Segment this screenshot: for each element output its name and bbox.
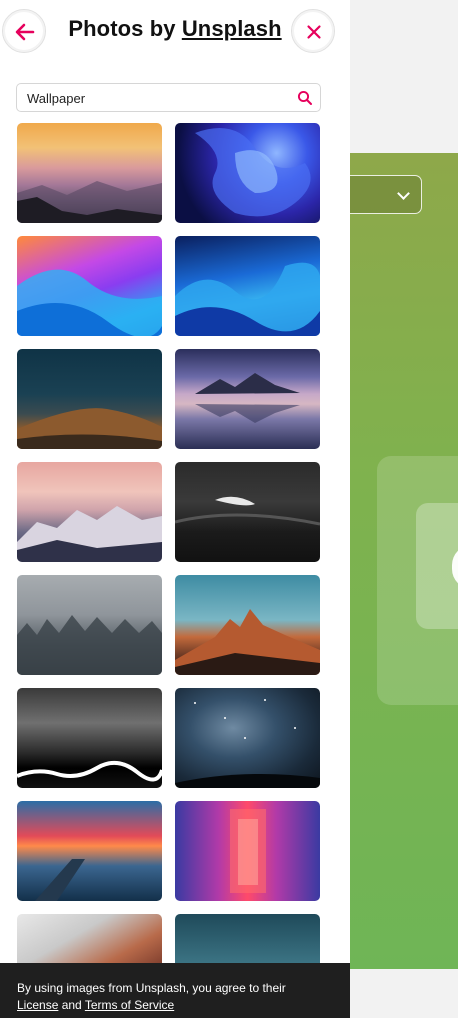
search-input[interactable] [27,89,287,107]
and-text: and [58,998,85,1012]
unsplash-link[interactable]: Unsplash [182,16,282,41]
photo-thumbnail[interactable] [175,801,320,901]
terms-text: By using images from Unsplash, you agree… [17,981,286,995]
photo-thumbnail[interactable] [17,688,162,788]
photo-thumbnail[interactable] [17,123,162,223]
title-prefix: Photos by [68,16,182,41]
terms-footer: By using images from Unsplash, you agree… [0,963,350,1018]
background-dropdown[interactable] [340,175,422,214]
search-box [16,83,321,112]
search-icon[interactable] [297,90,313,111]
photo-thumbnail[interactable] [175,236,320,336]
photo-thumbnail[interactable] [17,801,162,901]
panel-header: Photos by Unsplash [0,0,350,64]
photo-thumbnail[interactable] [17,462,162,562]
photo-thumbnail[interactable] [17,349,162,449]
photo-thumbnail[interactable] [175,349,320,449]
chevron-down-icon [397,187,410,200]
photo-thumbnail[interactable] [17,575,162,675]
unsplash-panel: Photos by Unsplash Wallpaper By using im… [0,0,350,1018]
license-link[interactable]: License [17,998,58,1012]
photo-thumbnail[interactable] [175,123,320,223]
photo-thumbnail[interactable] [175,462,320,562]
terms-of-service-link[interactable]: Terms of Service [85,998,174,1012]
photo-thumbnail[interactable] [175,688,320,788]
photo-thumbnail[interactable] [175,575,320,675]
photo-thumbnail[interactable] [17,236,162,336]
close-button[interactable] [291,9,335,53]
close-icon [307,25,321,39]
